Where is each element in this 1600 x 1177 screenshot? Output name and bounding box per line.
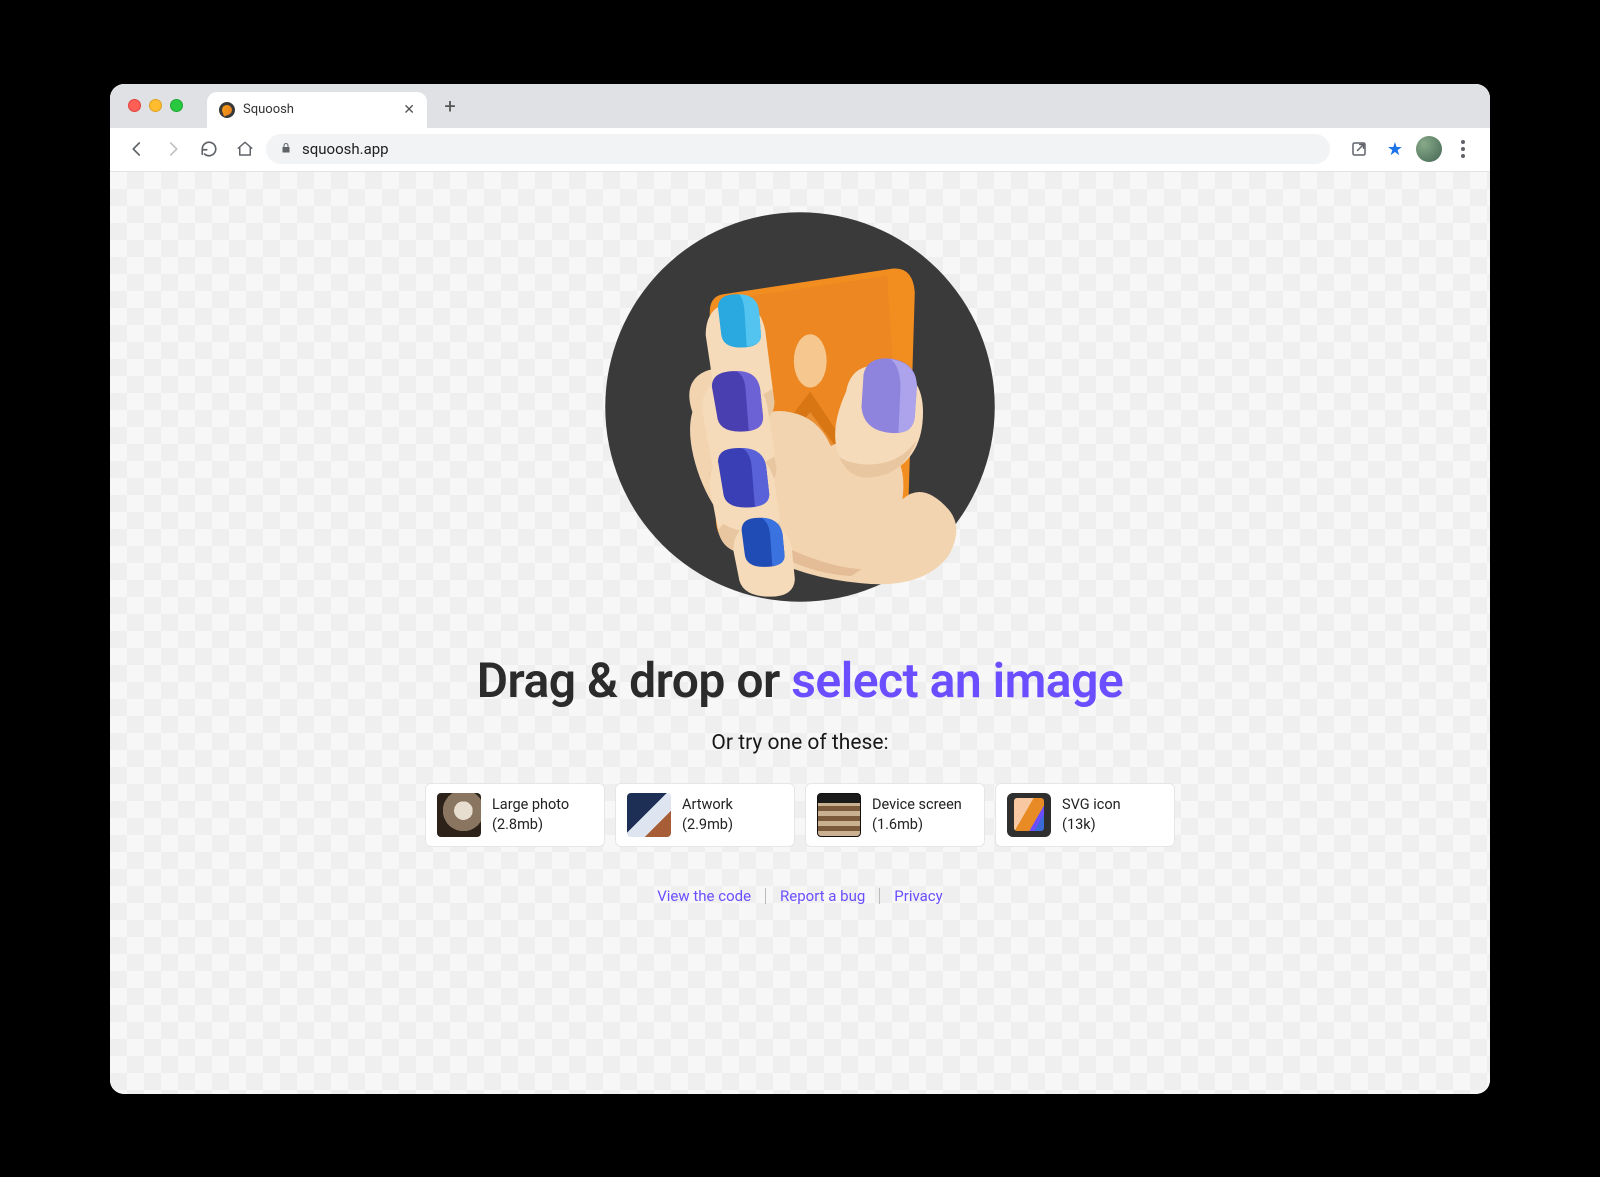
- sample-size: (2.8mb): [492, 815, 569, 835]
- back-button[interactable]: [122, 134, 152, 164]
- sample-label: Artwork: [682, 795, 733, 815]
- tab-title: Squoosh: [243, 102, 395, 117]
- forward-button: [158, 134, 188, 164]
- link-report-bug[interactable]: Report a bug: [780, 887, 865, 905]
- sample-label: Device screen: [872, 795, 962, 815]
- headline-text: Drag & drop or: [477, 652, 791, 709]
- select-image-link[interactable]: select an image: [791, 652, 1123, 709]
- window-controls: [128, 99, 183, 112]
- reload-button[interactable]: [194, 134, 224, 164]
- sample-label: SVG icon: [1062, 795, 1121, 815]
- browser-toolbar: squoosh.app ★: [110, 128, 1490, 172]
- maximize-window-icon[interactable]: [170, 99, 183, 112]
- link-privacy[interactable]: Privacy: [894, 887, 942, 905]
- sample-row: Large photo (2.8mb) Artwork (2.9mb) Devi…: [425, 783, 1175, 847]
- sample-size: (1.6mb): [872, 815, 962, 835]
- squoosh-logo-icon: [595, 202, 1005, 612]
- favicon-icon: [219, 102, 235, 118]
- separator: [879, 888, 880, 904]
- sample-large-photo[interactable]: Large photo (2.8mb): [425, 783, 605, 847]
- sample-device-screen[interactable]: Device screen (1.6mb): [805, 783, 985, 847]
- minimize-window-icon[interactable]: [149, 99, 162, 112]
- tab-strip: Squoosh ✕ +: [110, 84, 1490, 128]
- sample-svg-icon[interactable]: SVG icon (13k): [995, 783, 1175, 847]
- url-text: squoosh.app: [302, 140, 389, 158]
- thumbnail-icon: [627, 793, 671, 837]
- toolbar-right: ★: [1344, 134, 1478, 164]
- bookmark-star-icon[interactable]: ★: [1380, 134, 1410, 164]
- thumbnail-icon: [437, 793, 481, 837]
- address-bar[interactable]: squoosh.app: [266, 134, 1330, 164]
- sample-size: (13k): [1062, 815, 1121, 835]
- tab-squoosh[interactable]: Squoosh ✕: [207, 92, 427, 128]
- close-window-icon[interactable]: [128, 99, 141, 112]
- thumbnail-icon: [1007, 793, 1051, 837]
- profile-avatar[interactable]: [1416, 136, 1442, 162]
- lock-icon: [280, 141, 292, 158]
- subheadline: Or try one of these:: [711, 731, 888, 755]
- new-tab-button[interactable]: +: [435, 91, 465, 121]
- link-view-code[interactable]: View the code: [657, 887, 751, 905]
- separator: [765, 888, 766, 904]
- thumbnail-icon: [817, 793, 861, 837]
- home-button[interactable]: [230, 134, 260, 164]
- headline: Drag & drop or select an image: [477, 652, 1123, 709]
- footer-links: View the code Report a bug Privacy: [657, 887, 943, 905]
- open-external-icon[interactable]: [1344, 134, 1374, 164]
- sample-size: (2.9mb): [682, 815, 733, 835]
- sample-artwork[interactable]: Artwork (2.9mb): [615, 783, 795, 847]
- page-content[interactable]: Drag & drop or select an image Or try on…: [110, 172, 1490, 1094]
- sample-label: Large photo: [492, 795, 569, 815]
- menu-button[interactable]: [1448, 134, 1478, 164]
- close-tab-icon[interactable]: ✕: [403, 103, 415, 117]
- browser-window: Squoosh ✕ + squoosh.app ★: [110, 84, 1490, 1094]
